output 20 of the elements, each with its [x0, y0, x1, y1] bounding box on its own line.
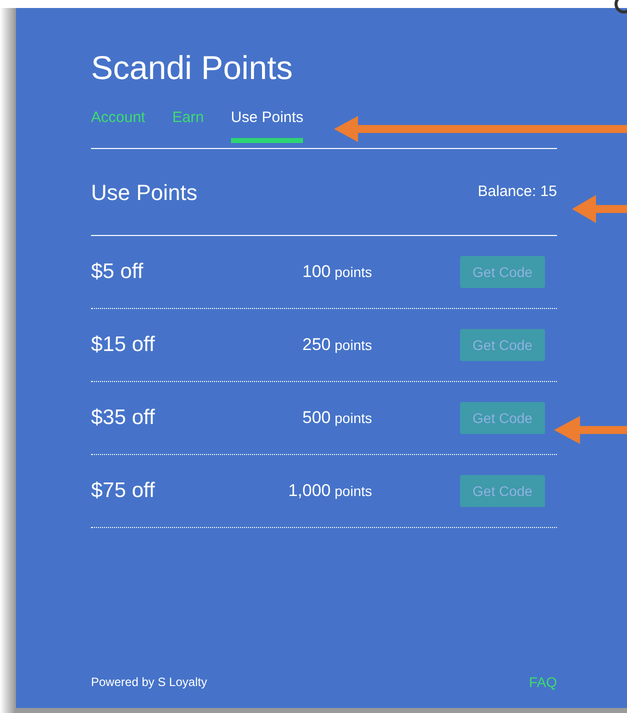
app-title: Scandi Points: [91, 48, 294, 88]
arrow-icon: [554, 416, 627, 444]
arrow-icon: [572, 195, 627, 223]
points-cost: 250 points: [301, 334, 372, 356]
close-icon[interactable]: [612, 0, 627, 14]
points-cost: 1,000 points: [287, 480, 372, 502]
balance-text: Balance: 15: [478, 182, 557, 202]
reward-label: $35 off: [91, 405, 156, 432]
section-title: Use Points: [91, 178, 198, 206]
nav-tab[interactable]: Use Points: [230, 108, 304, 143]
reward-label: $75 off: [91, 478, 156, 504]
nav-tab[interactable]: Account: [91, 108, 146, 143]
nav-tab[interactable]: Earn: [172, 108, 204, 143]
reward-label: $5 off: [91, 259, 144, 286]
faq-link[interactable]: FAQ: [528, 672, 557, 692]
points-cost: 100 points: [301, 261, 372, 283]
powered-by-text: Powered by S Loyalty: [91, 674, 208, 691]
arrow-icon: [334, 116, 627, 142]
points-cost: 500 points: [301, 407, 372, 429]
reward-label: $15 off: [91, 332, 156, 358]
